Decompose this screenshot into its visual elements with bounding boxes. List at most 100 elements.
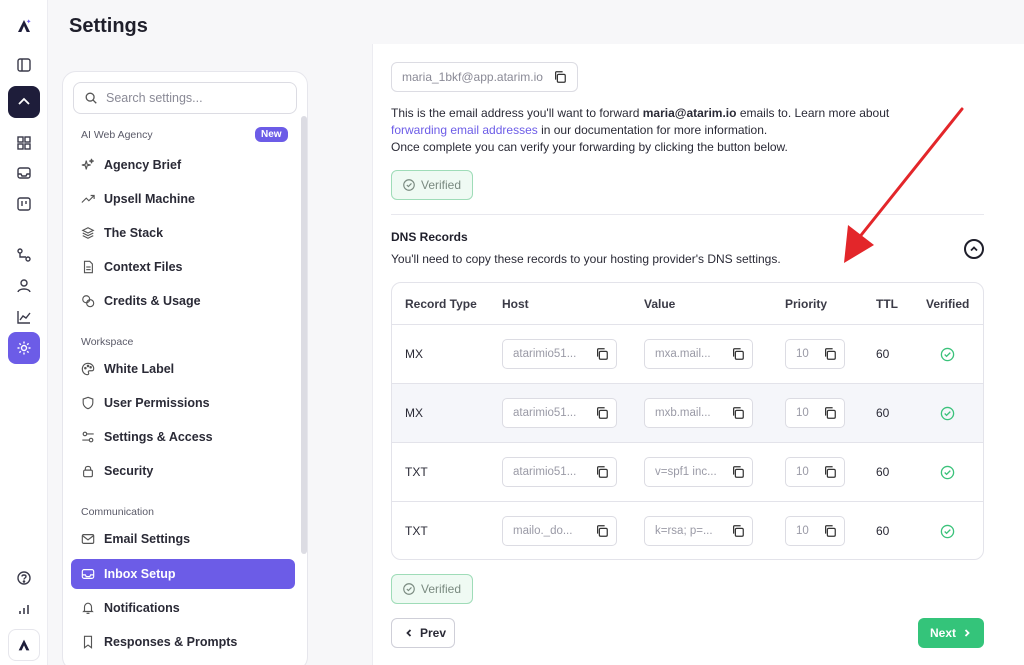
sidebar-item-label: Inbox Setup bbox=[104, 567, 176, 581]
bell-icon bbox=[82, 602, 94, 615]
copy-icon[interactable] bbox=[731, 347, 745, 361]
table-row: TXT mailo._do... k=rsa; p=... 10 60 bbox=[392, 501, 983, 559]
host-field[interactable]: atarimio51... bbox=[502, 398, 617, 428]
sparkle-icon bbox=[81, 158, 94, 170]
copy-icon[interactable] bbox=[595, 347, 609, 361]
sidebar-item-white-label[interactable]: White Label bbox=[71, 354, 295, 384]
sidebar-item-inbox-setup[interactable]: Inbox Setup bbox=[71, 559, 295, 589]
record-type: MX bbox=[405, 347, 423, 361]
verified-label: Verified bbox=[421, 178, 462, 192]
copy-icon[interactable] bbox=[823, 347, 837, 361]
priority-value: 10 bbox=[796, 407, 809, 419]
stats-icon[interactable] bbox=[8, 593, 40, 625]
settings-sidebar: AI Web Agency New Agency Brief Upsell Ma… bbox=[62, 71, 308, 665]
record-type: MX bbox=[405, 406, 423, 420]
priority-field[interactable]: 10 bbox=[785, 457, 845, 487]
sidebar-item-email-settings[interactable]: Email Settings bbox=[71, 524, 295, 554]
bookmark-icon bbox=[83, 635, 93, 649]
sidebar-item-settings-access[interactable]: Settings & Access bbox=[71, 422, 295, 452]
annotation-arrow bbox=[844, 107, 964, 263]
help-icon[interactable] bbox=[8, 562, 40, 594]
search-box[interactable] bbox=[73, 82, 297, 114]
verified-label: Verified bbox=[421, 582, 462, 596]
copy-icon[interactable] bbox=[823, 406, 837, 420]
column-header: Verified bbox=[926, 297, 970, 311]
forwarding-docs-link[interactable]: forwarding email addresses bbox=[391, 123, 538, 137]
mail-icon bbox=[81, 534, 95, 544]
sidebar-item-responses-prompts[interactable]: Responses & Prompts bbox=[71, 627, 295, 657]
app-logo-icon[interactable] bbox=[8, 10, 40, 42]
priority-field[interactable]: 10 bbox=[785, 339, 845, 369]
record-type: TXT bbox=[405, 524, 428, 538]
sidebar-item-the-stack[interactable]: The Stack bbox=[71, 218, 295, 248]
prev-button[interactable]: Prev bbox=[391, 618, 455, 648]
sidebar-item-notifications[interactable]: Notifications bbox=[71, 593, 295, 623]
priority-value: 10 bbox=[796, 525, 809, 537]
flow-icon[interactable] bbox=[8, 239, 40, 271]
home-icon[interactable] bbox=[8, 86, 40, 118]
value-field[interactable]: k=rsa; p=... bbox=[644, 516, 753, 546]
copy-icon[interactable] bbox=[553, 70, 567, 84]
inbox-icon bbox=[81, 569, 95, 579]
record-type: TXT bbox=[405, 465, 428, 479]
forward-email-field[interactable]: maria_1bkf@app.atarim.io bbox=[391, 62, 578, 92]
sidebar-scrollbar[interactable] bbox=[301, 116, 307, 554]
check-circle-icon bbox=[403, 583, 415, 595]
sidebar-item-context-files[interactable]: Context Files bbox=[71, 252, 295, 282]
verified-forwarding-button[interactable]: Verified bbox=[391, 170, 473, 200]
sidebar-item-label: White Label bbox=[104, 362, 175, 376]
new-badge: New bbox=[255, 127, 288, 142]
priority-field[interactable]: 10 bbox=[785, 516, 845, 546]
section-label-ai: AI Web Agency bbox=[81, 129, 153, 141]
value-field[interactable]: mxa.mail... bbox=[644, 339, 753, 369]
next-button[interactable]: Next bbox=[918, 618, 984, 648]
copy-icon[interactable] bbox=[731, 406, 745, 420]
host-value: atarimio51... bbox=[513, 466, 577, 478]
settings-icon[interactable] bbox=[8, 332, 40, 364]
section-label-workspace: Workspace bbox=[81, 336, 134, 348]
copy-icon[interactable] bbox=[595, 524, 609, 538]
value-value: mxb.mail... bbox=[655, 407, 711, 419]
host-field[interactable]: atarimio51... bbox=[502, 457, 617, 487]
sidebar-item-label: Settings & Access bbox=[104, 430, 213, 444]
host-field[interactable]: mailo._do... bbox=[502, 516, 617, 546]
chart-icon[interactable] bbox=[8, 301, 40, 333]
priority-field[interactable]: 10 bbox=[785, 398, 845, 428]
copy-icon[interactable] bbox=[595, 406, 609, 420]
user-icon[interactable] bbox=[8, 270, 40, 302]
shield-icon bbox=[82, 396, 94, 410]
forward-email-value: maria_1bkf@app.atarim.io bbox=[402, 70, 543, 84]
inbox-icon[interactable] bbox=[8, 157, 40, 189]
verified-check-icon bbox=[940, 465, 955, 480]
sidebar-item-label: Credits & Usage bbox=[104, 294, 201, 308]
copy-icon[interactable] bbox=[731, 465, 745, 479]
panel-toggle-icon[interactable] bbox=[8, 49, 40, 81]
copy-icon[interactable] bbox=[595, 465, 609, 479]
copy-icon[interactable] bbox=[731, 524, 745, 538]
grid-icon[interactable] bbox=[8, 127, 40, 159]
sidebar-item-credits-usage[interactable]: Credits & Usage bbox=[71, 286, 295, 316]
sidebar-item-upsell-machine[interactable]: Upsell Machine bbox=[71, 184, 295, 214]
sliders-icon bbox=[82, 431, 94, 443]
ttl-value: 60 bbox=[876, 465, 890, 479]
value-field[interactable]: mxb.mail... bbox=[644, 398, 753, 428]
layers-icon bbox=[81, 227, 95, 239]
value-field[interactable]: v=spf1 inc... bbox=[644, 457, 753, 487]
copy-icon[interactable] bbox=[823, 524, 837, 538]
info-email: maria@atarim.io bbox=[642, 106, 737, 120]
sidebar-item-security[interactable]: Security bbox=[71, 456, 295, 486]
value-value: v=spf1 inc... bbox=[655, 466, 717, 478]
brand-icon[interactable] bbox=[8, 629, 40, 661]
sidebar-item-user-permissions[interactable]: User Permissions bbox=[71, 388, 295, 418]
search-input[interactable] bbox=[106, 91, 286, 105]
coins-icon bbox=[82, 295, 95, 308]
dns-records-subtitle: You'll need to copy these records to you… bbox=[391, 252, 781, 266]
verified-dns-button[interactable]: Verified bbox=[391, 574, 473, 604]
board-icon[interactable] bbox=[8, 188, 40, 220]
host-field[interactable]: atarimio51... bbox=[502, 339, 617, 369]
sidebar-item-agency-brief[interactable]: Agency Brief bbox=[71, 150, 295, 180]
prev-label: Prev bbox=[420, 626, 447, 640]
copy-icon[interactable] bbox=[823, 465, 837, 479]
check-circle-icon bbox=[403, 179, 415, 191]
sidebar-item-label: Responses & Prompts bbox=[104, 635, 238, 649]
